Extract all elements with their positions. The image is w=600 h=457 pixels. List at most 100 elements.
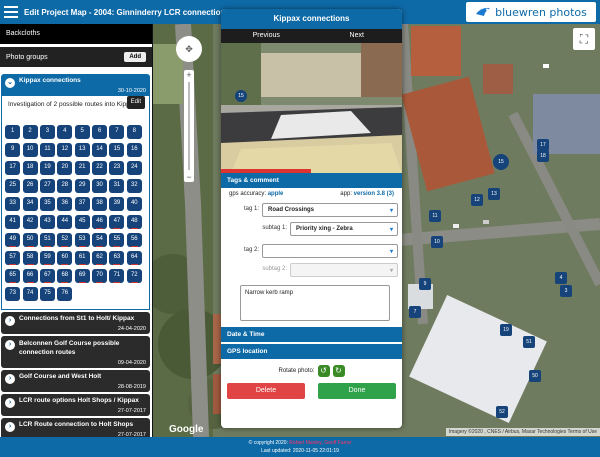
photo-number-button[interactable]: 10	[22, 143, 38, 157]
photo-number-button[interactable]: 41	[5, 215, 21, 229]
photo-number-button[interactable]: 16	[126, 143, 142, 157]
photo-number-button[interactable]: 9	[5, 143, 21, 157]
photo-number-button[interactable]: 62	[92, 251, 108, 265]
photo-number-button[interactable]: 24	[126, 161, 142, 175]
photo-number-button[interactable]: 17	[5, 161, 21, 175]
photo-number-button[interactable]: 53	[74, 233, 90, 247]
photo-number-button[interactable]: 1	[5, 125, 21, 139]
photo-number-button[interactable]: 61	[74, 251, 90, 265]
map-marker[interactable]: 19	[500, 324, 512, 336]
photo-number-button[interactable]: 5	[74, 125, 90, 139]
comment-textarea[interactable]: Narrow kerb ramp	[240, 285, 390, 321]
photo-number-button[interactable]: 39	[109, 197, 125, 211]
photo-group[interactable]: › Belconnen Golf Course possible connecti…	[1, 336, 150, 368]
photo-number-button[interactable]: 42	[22, 215, 38, 229]
map-marker[interactable]: 13	[488, 188, 500, 200]
photo-number-button[interactable]: 34	[22, 197, 38, 211]
chevron-down-icon[interactable]: ⌄	[5, 78, 15, 88]
map-marker[interactable]: 51	[523, 336, 535, 348]
rotate-right-icon[interactable]: ↻	[332, 365, 345, 377]
photo-number-button[interactable]: 47	[109, 215, 125, 229]
photo-number-button[interactable]: 20	[57, 161, 73, 175]
photo-number-button[interactable]: 23	[109, 161, 125, 175]
photo-number-button[interactable]: 25	[5, 179, 21, 193]
photo-group-header[interactable]: › Golf Course and West Holt 28-08-2019	[1, 370, 150, 392]
photo-number-button[interactable]: 28	[57, 179, 73, 193]
map-marker[interactable]: 52	[496, 406, 508, 418]
photo-group[interactable]: › Connections from St1 to Holt/ Kippax 24-…	[1, 312, 150, 334]
photo-number-button[interactable]: 51	[39, 233, 55, 247]
photo-preview[interactable]: 15	[221, 43, 402, 173]
photo-number-button[interactable]: 45	[74, 215, 90, 229]
photo-number-button[interactable]: 60	[57, 251, 73, 265]
photo-number-button[interactable]: 72	[126, 269, 142, 283]
zoom-in-button[interactable]: +	[184, 70, 194, 80]
photo-group-header[interactable]: › Connections from St1 to Holt/ Kippax 24-…	[1, 312, 150, 334]
photo-number-button[interactable]: 33	[5, 197, 21, 211]
photo-number-button[interactable]: 76	[57, 287, 73, 301]
photo-number-button[interactable]: 54	[92, 233, 108, 247]
photo-number-button[interactable]: 73	[5, 287, 21, 301]
photo-group[interactable]: › LCR Route connection to Holt Shops 27-07…	[1, 418, 150, 437]
photo-number-button[interactable]: 52	[57, 233, 73, 247]
photo-number-button[interactable]: 26	[22, 179, 38, 193]
photo-number-button[interactable]: 46	[92, 215, 108, 229]
photo-number-button[interactable]: 55	[109, 233, 125, 247]
photo-number-button[interactable]: 21	[74, 161, 90, 175]
photo-number-button[interactable]: 14	[92, 143, 108, 157]
done-button[interactable]: Done	[318, 383, 396, 399]
map-marker[interactable]: 11	[429, 210, 441, 222]
photo-number-button[interactable]: 65	[5, 269, 21, 283]
delete-button[interactable]: Delete	[227, 383, 305, 399]
photo-number-button[interactable]: 58	[22, 251, 38, 265]
selected-photo-marker[interactable]: 15	[493, 154, 509, 170]
add-group-button[interactable]: Add	[124, 52, 146, 62]
photo-number-button[interactable]: 30	[92, 179, 108, 193]
backcloths-header[interactable]: Backcloths	[0, 24, 152, 44]
photo-number-button[interactable]: 37	[74, 197, 90, 211]
pan-control-icon[interactable]: ✥	[176, 36, 202, 62]
photo-number-button[interactable]: 18	[22, 161, 38, 175]
edit-group-button[interactable]: Edit	[126, 96, 145, 109]
photo-number-button[interactable]: 19	[39, 161, 55, 175]
photo-number-button[interactable]: 70	[92, 269, 108, 283]
photo-group-header[interactable]: › LCR Route connection to Holt Shops 27-07…	[1, 418, 150, 437]
photo-number-button[interactable]: 49	[5, 233, 21, 247]
chevron-right-icon[interactable]: ›	[5, 340, 15, 350]
photo-number-button[interactable]: 27	[39, 179, 55, 193]
photo-number-button[interactable]: 11	[39, 143, 55, 157]
photo-number-button[interactable]: 8	[126, 125, 142, 139]
tags-comment-section[interactable]: Tags & comment	[221, 173, 402, 188]
photo-number-button[interactable]: 67	[39, 269, 55, 283]
photo-number-button[interactable]: 29	[74, 179, 90, 193]
photo-group-header[interactable]: › LCR route options Holt Shops / Kippax 27…	[1, 394, 150, 416]
map-marker[interactable]: 50	[529, 370, 541, 382]
photo-number-button[interactable]: 43	[39, 215, 55, 229]
photo-number-button[interactable]: 64	[126, 251, 142, 265]
map-marker[interactable]: 3	[560, 285, 572, 297]
photo-number-button[interactable]: 66	[22, 269, 38, 283]
photo-number-button[interactable]: 50	[22, 233, 38, 247]
tag2-select[interactable]: ▾	[262, 244, 398, 258]
photo-number-button[interactable]: 40	[126, 197, 142, 211]
previous-button[interactable]: Previous	[221, 29, 312, 43]
subtag2-select[interactable]: ▾	[290, 263, 398, 277]
photo-number-button[interactable]: 15	[109, 143, 125, 157]
photo-group[interactable]: › LCR route options Holt Shops / Kippax 27…	[1, 394, 150, 416]
photo-number-button[interactable]: 6	[92, 125, 108, 139]
photo-number-button[interactable]: 31	[109, 179, 125, 193]
photo-group-header[interactable]: › Belconnen Golf Course possible connecti…	[1, 336, 150, 368]
chevron-right-icon[interactable]: ›	[5, 374, 15, 384]
map-marker[interactable]: 4	[555, 272, 567, 284]
photo-number-button[interactable]: 38	[92, 197, 108, 211]
gps-location-section[interactable]: GPS location	[221, 344, 402, 359]
photo-number-button[interactable]: 44	[57, 215, 73, 229]
photo-number-button[interactable]: 3	[39, 125, 55, 139]
photo-number-button[interactable]: 69	[74, 269, 90, 283]
map-marker[interactable]: 10	[431, 236, 443, 248]
photo-number-button[interactable]: 22	[92, 161, 108, 175]
tag1-select[interactable]: Road Crossings ▾	[262, 203, 398, 217]
photo-number-button[interactable]: 48	[126, 215, 142, 229]
photo-number-button[interactable]: 59	[39, 251, 55, 265]
map-marker[interactable]: 18	[537, 150, 549, 162]
